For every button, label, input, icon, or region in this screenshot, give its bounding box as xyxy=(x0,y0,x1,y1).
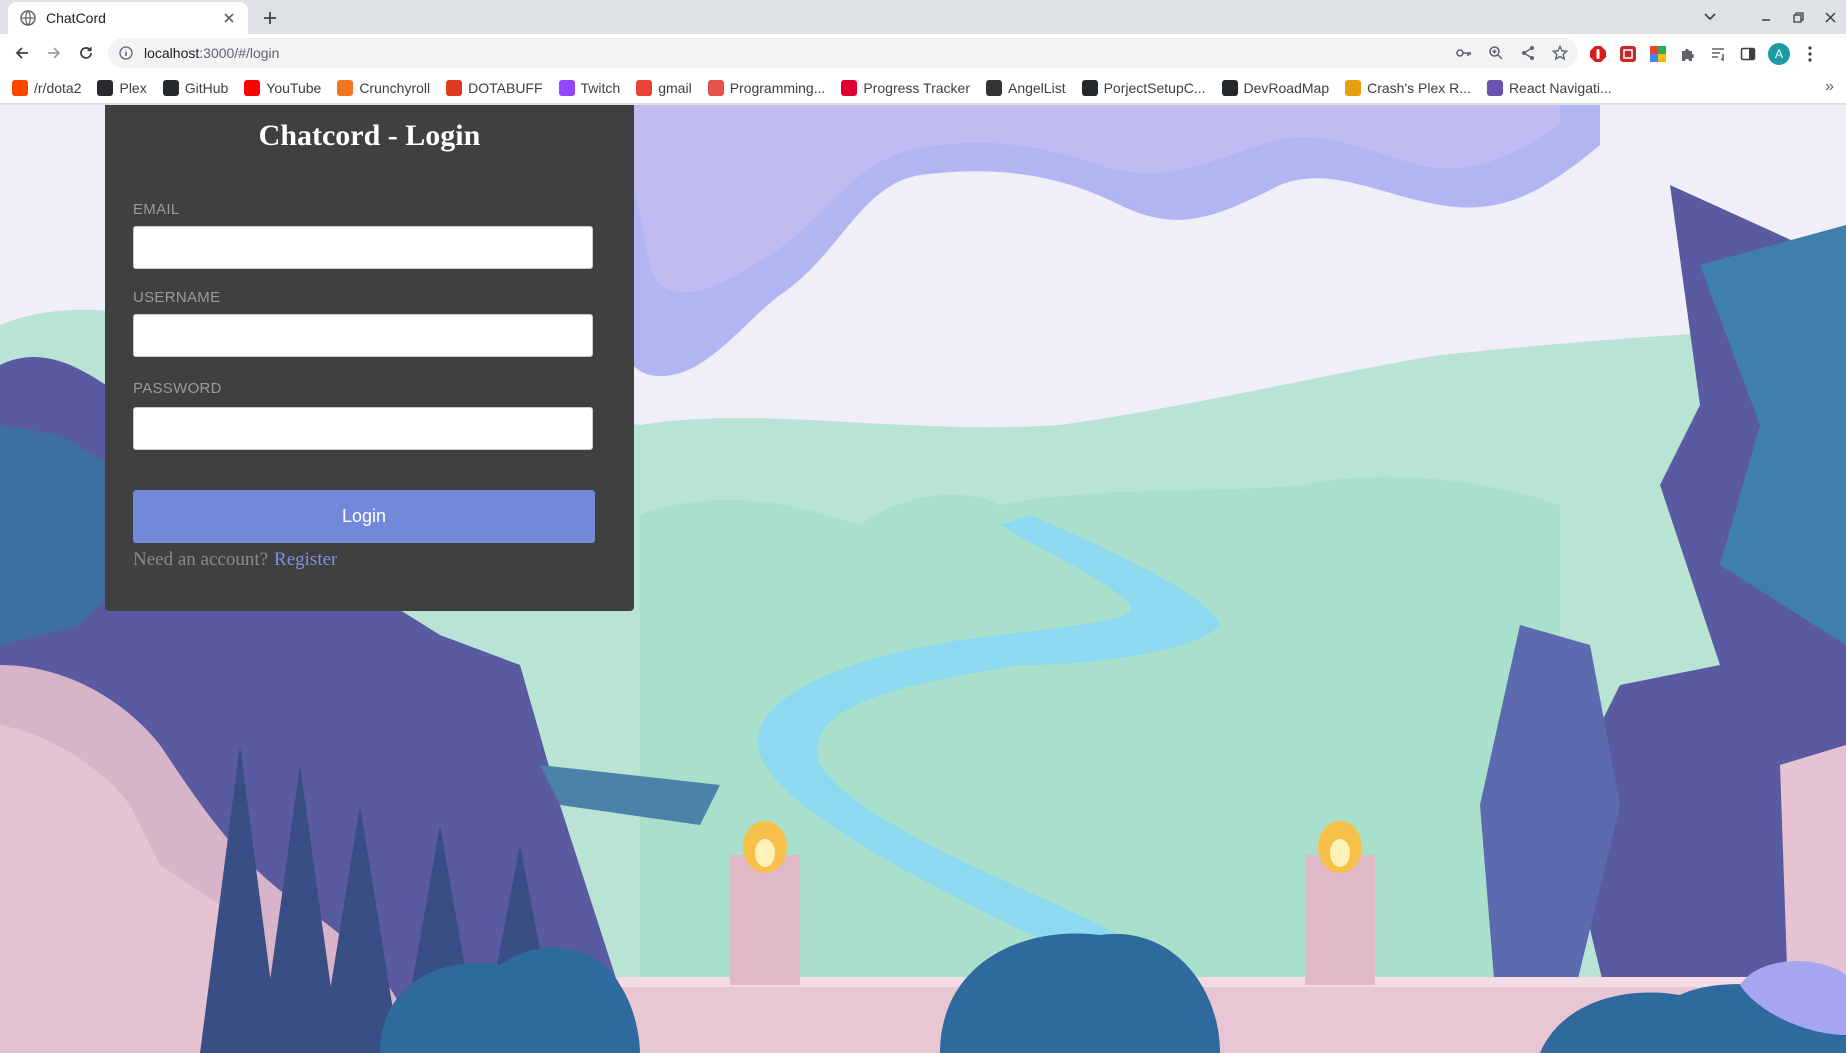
bookmark-label: AngelList xyxy=(1007,79,1066,96)
share-icon[interactable] xyxy=(1518,43,1538,63)
bookmarks-bar: /r/dota2 Plex GitHub YouTube Crunchyroll DOTA… xyxy=(0,72,1846,104)
reading-list-icon[interactable] xyxy=(1708,44,1728,64)
login-button[interactable]: Login xyxy=(133,490,595,543)
bookmark-label: Progress Tracker xyxy=(863,79,970,96)
email-label: EMAIL xyxy=(133,201,180,218)
bookmark-label: DevRoadMap xyxy=(1243,79,1330,96)
crunchyroll-icon xyxy=(337,79,354,96)
youtube-icon xyxy=(244,79,261,96)
url-text[interactable]: localhost:3000/#/login xyxy=(144,45,279,61)
need-account-text: Need an account? xyxy=(133,549,269,570)
zoom-icon[interactable] xyxy=(1486,43,1506,63)
puzzle-icon[interactable] xyxy=(1678,44,1698,64)
bookmark-label: Crunchyroll xyxy=(359,79,431,96)
bookmark-item[interactable]: gmail xyxy=(636,79,692,96)
bookmark-item[interactable]: /r/dota2 xyxy=(12,79,82,96)
github-icon xyxy=(1081,79,1098,96)
password-label: PASSWORD xyxy=(133,380,222,397)
username-label: USERNAME xyxy=(133,289,221,306)
bookmark-item[interactable]: Programming... xyxy=(707,79,826,96)
star-icon[interactable] xyxy=(1550,43,1570,63)
bookmark-item[interactable]: GitHub xyxy=(162,79,229,96)
bookmark-item[interactable]: Crash's Plex R... xyxy=(1345,79,1471,96)
bookmark-label: gmail xyxy=(658,79,692,96)
reload-icon[interactable] xyxy=(74,41,98,65)
angellist-icon xyxy=(985,79,1002,96)
dotabuff-icon xyxy=(446,79,463,96)
screenshot-extension-icon[interactable] xyxy=(1618,44,1638,64)
gmail-icon xyxy=(636,79,653,96)
plex-request-icon xyxy=(1345,79,1362,96)
close-window-icon[interactable] xyxy=(1814,2,1846,32)
tab-strip: ChatCord xyxy=(0,0,1846,34)
programming-icon xyxy=(707,79,724,96)
github-icon xyxy=(162,79,179,96)
opera-adblock-icon[interactable] xyxy=(1588,44,1608,64)
bookmark-label: /r/dota2 xyxy=(34,79,82,96)
color-picker-icon[interactable] xyxy=(1648,44,1668,64)
bookmark-item[interactable]: Crunchyroll xyxy=(337,79,431,96)
plex-icon xyxy=(97,79,114,96)
left-flame-core xyxy=(755,839,775,867)
tab-title: ChatCord xyxy=(46,10,106,26)
bookmark-label: Crash's Plex R... xyxy=(1367,79,1471,96)
left-pedestal xyxy=(730,855,800,985)
angular-icon xyxy=(841,79,858,96)
info-icon[interactable] xyxy=(118,45,134,61)
password-field[interactable] xyxy=(133,407,593,450)
bookmark-item[interactable]: YouTube xyxy=(244,79,322,96)
bookmark-label: Programming... xyxy=(729,79,826,96)
key-icon[interactable] xyxy=(1454,43,1474,63)
address-bar[interactable]: localhost:3000/#/login xyxy=(108,38,1578,68)
bookmark-label: Twitch xyxy=(580,79,621,96)
tab-search-icon[interactable] xyxy=(1694,2,1726,32)
bookmark-item[interactable]: Plex xyxy=(97,79,147,96)
globe-icon xyxy=(20,10,36,26)
bookmark-label: PorjectSetupC... xyxy=(1103,79,1206,96)
github-icon xyxy=(1221,79,1238,96)
url-path: :3000/#/login xyxy=(199,45,280,61)
new-tab-icon[interactable] xyxy=(258,6,282,30)
omnibox-actions xyxy=(1454,43,1570,63)
profile-avatar[interactable]: A xyxy=(1768,43,1790,65)
bookmark-label: React Navigati... xyxy=(1508,79,1612,96)
bookmark-item[interactable]: DevRoadMap xyxy=(1221,79,1330,96)
chevron-right-icon[interactable]: » xyxy=(1825,78,1834,96)
bookmark-label: Plex xyxy=(119,79,147,96)
kebab-menu-icon[interactable] xyxy=(1800,44,1820,64)
browser-toolbar: localhost:3000/#/login A xyxy=(0,34,1846,72)
react-navigation-icon xyxy=(1486,79,1503,96)
bookmark-item[interactable]: DOTABUFF xyxy=(446,79,543,96)
bookmark-item[interactable]: Twitch xyxy=(558,79,621,96)
forward-arrow-icon[interactable] xyxy=(42,41,66,65)
extensions-area: A xyxy=(1588,43,1820,65)
page-viewport: Chatcord - Login EMAIL USERNAME PASSWORD… xyxy=(0,105,1846,1053)
right-flame-core xyxy=(1330,839,1350,867)
bookmark-label: YouTube xyxy=(266,79,322,96)
username-field[interactable] xyxy=(133,314,593,357)
bookmark-label: GitHub xyxy=(184,79,229,96)
window-controls xyxy=(1694,0,1846,34)
bookmark-item[interactable]: React Navigati... xyxy=(1486,79,1612,96)
bookmark-label: DOTABUFF xyxy=(468,79,543,96)
minimize-icon[interactable] xyxy=(1750,2,1782,32)
twitch-icon xyxy=(558,79,575,96)
email-field[interactable] xyxy=(133,226,593,269)
bookmark-item[interactable]: PorjectSetupC... xyxy=(1081,79,1206,96)
register-link[interactable]: Register xyxy=(274,549,337,570)
restore-icon[interactable] xyxy=(1782,2,1814,32)
bookmark-item[interactable]: AngelList xyxy=(985,79,1066,96)
bookmark-item[interactable]: Progress Tracker xyxy=(841,79,970,96)
page-title: Chatcord - Login xyxy=(258,119,481,152)
browser-tab[interactable]: ChatCord xyxy=(8,2,248,34)
close-icon[interactable] xyxy=(220,9,238,27)
right-pedestal xyxy=(1305,855,1375,985)
reddit-icon xyxy=(12,79,28,96)
login-card: Chatcord - Login EMAIL USERNAME PASSWORD… xyxy=(105,105,634,611)
back-arrow-icon[interactable] xyxy=(10,41,34,65)
register-prompt: Need an account? Register xyxy=(133,549,337,571)
side-panel-icon[interactable] xyxy=(1738,44,1758,64)
url-host: localhost xyxy=(144,45,200,61)
